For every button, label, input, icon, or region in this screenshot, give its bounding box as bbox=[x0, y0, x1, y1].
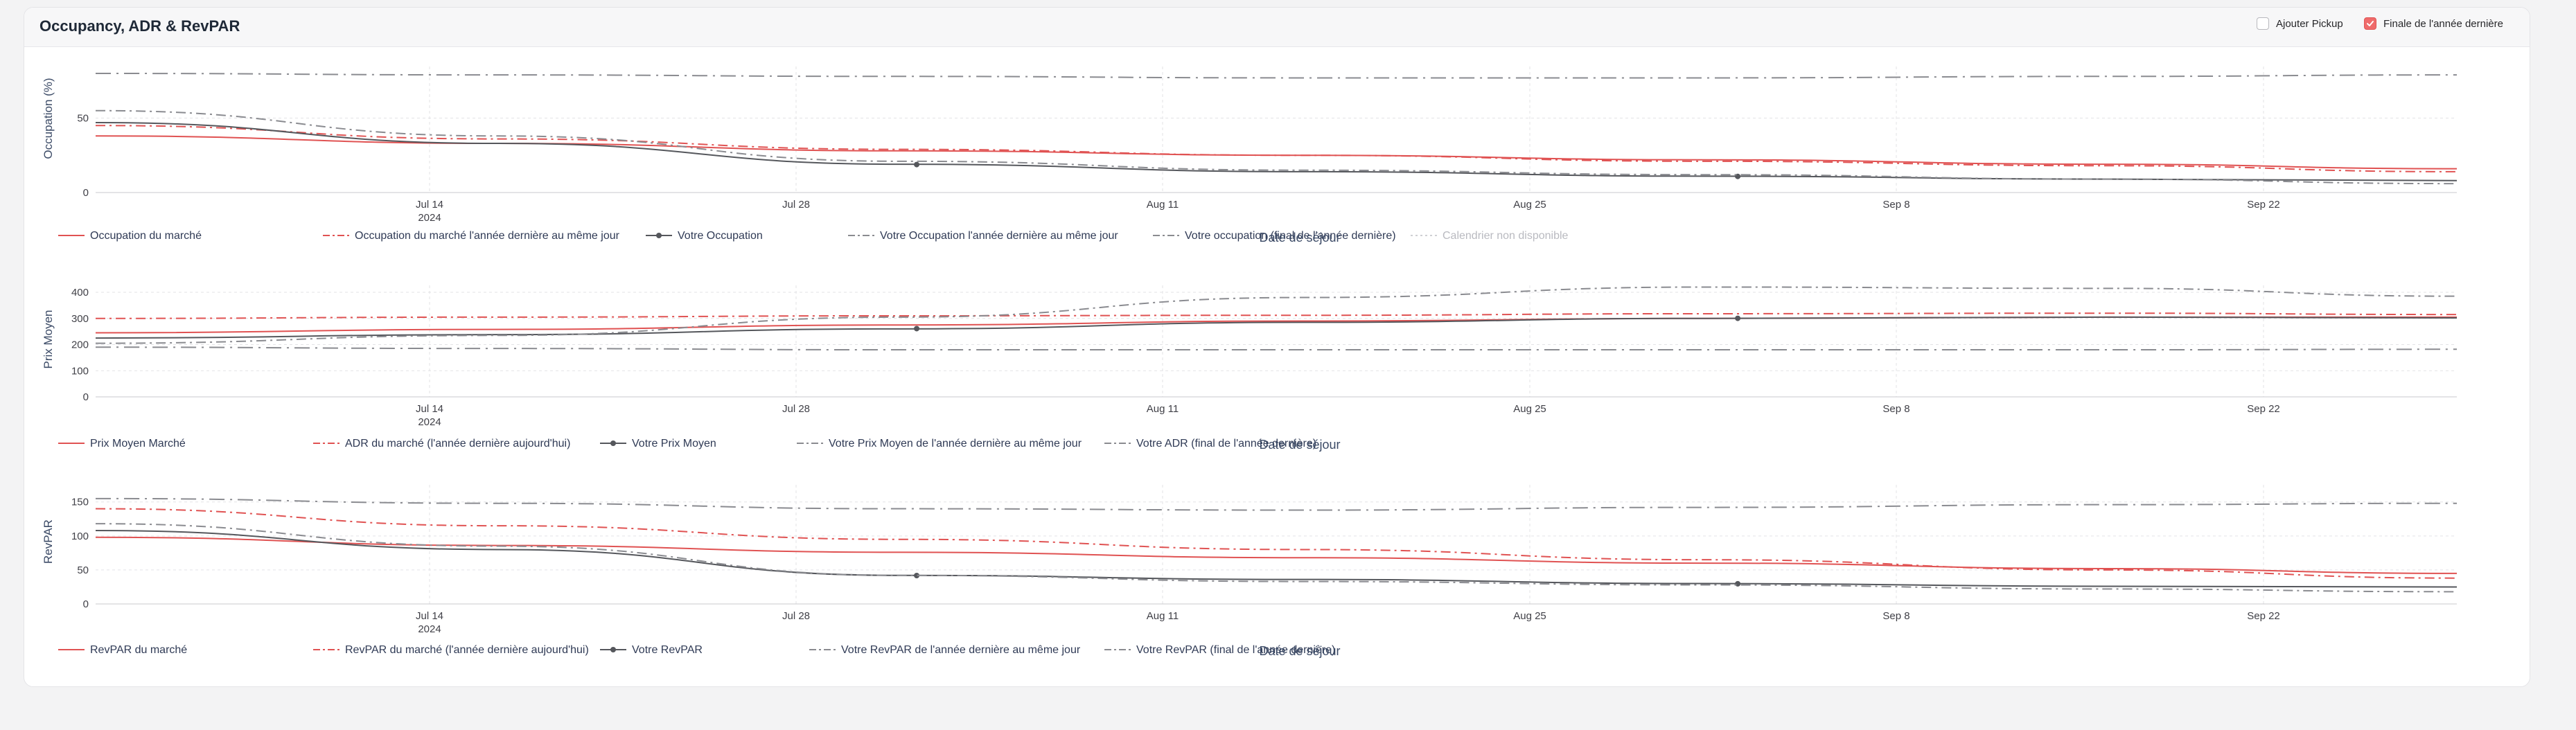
x-tick-label: Sep 22 bbox=[2247, 199, 2280, 211]
series-line-0 bbox=[95, 316, 2457, 334]
series-line-0 bbox=[95, 536, 2458, 574]
series-marker bbox=[914, 326, 920, 332]
legend-label-0: RevPAR du marché bbox=[90, 644, 187, 656]
x-tick-label: Aug 11 bbox=[1147, 403, 1179, 415]
x-axis-label: Date de séjour bbox=[1259, 438, 1340, 452]
x-tick-label: Jul 28 bbox=[782, 610, 810, 622]
x-tick-label: Jul 14 bbox=[416, 199, 443, 211]
y-axis-label: RevPAR bbox=[42, 519, 55, 564]
x-tick-label: Jul 28 bbox=[782, 199, 810, 211]
y-tick-label: 100 bbox=[71, 365, 89, 377]
y-tick-label: 50 bbox=[77, 113, 89, 125]
series-line-3 bbox=[95, 109, 2458, 185]
chart-panel-0: 0 50 Jul 142024 Jul 28 Aug 11 Aug 25 Sep 8 Sep … bbox=[42, 66, 2458, 244]
legend-label-1: ADR du marché (l'année dernière aujourd'… bbox=[345, 438, 570, 449]
x-tick-label: Sep 8 bbox=[1882, 610, 1909, 622]
series-line-1 bbox=[95, 508, 2458, 579]
legend-marker bbox=[610, 440, 616, 446]
y-tick-label: 0 bbox=[83, 391, 89, 403]
legend-label-2: Votre RevPAR bbox=[632, 644, 703, 656]
y-tick-label: 150 bbox=[71, 497, 89, 508]
chart-panel-1: 0 100 200 300 400 Jul 142024 Jul 28 Aug 11 Aug 2… bbox=[42, 285, 2458, 452]
y-tick-label: 100 bbox=[71, 531, 89, 542]
legend-label-3: Votre Prix Moyen de l'année dernière au … bbox=[829, 438, 1082, 449]
y-axis-label: Prix Moyen bbox=[42, 310, 55, 368]
x-tick-label: Sep 22 bbox=[2247, 610, 2280, 622]
x-tick-label: Jul 28 bbox=[782, 403, 810, 415]
legend-marker bbox=[610, 647, 616, 652]
series-line-4 bbox=[95, 497, 2458, 511]
x-tick-label: 2024 bbox=[418, 212, 441, 224]
x-tick-label: Aug 25 bbox=[1513, 610, 1546, 622]
series-line-2 bbox=[95, 316, 2458, 339]
series-marker bbox=[1735, 580, 1741, 587]
legend-label-1: RevPAR du marché (l'année dernière aujou… bbox=[345, 644, 589, 656]
y-axis-label: Occupation (%) bbox=[42, 78, 55, 159]
series-line-2 bbox=[95, 529, 2458, 588]
legend-label-1: Occupation du marché l'année dernière au… bbox=[355, 230, 620, 242]
legend-label-2: Votre Prix Moyen bbox=[632, 438, 716, 449]
x-tick-label: Jul 14 bbox=[416, 403, 443, 415]
series-line-4 bbox=[95, 346, 2458, 351]
legend-label-0: Occupation du marché bbox=[90, 230, 202, 242]
series-marker bbox=[914, 161, 920, 168]
y-tick-label: 400 bbox=[71, 287, 89, 299]
y-tick-label: 50 bbox=[77, 564, 89, 576]
series-line-4 bbox=[95, 73, 2458, 79]
series-marker bbox=[1735, 315, 1741, 321]
x-tick-label: Sep 8 bbox=[1882, 199, 1909, 211]
legend-label-0: Prix Moyen Marché bbox=[90, 438, 186, 449]
legend-marker bbox=[656, 233, 662, 238]
x-tick-label: Jul 14 bbox=[416, 610, 443, 622]
chart-panel-2: 0 50 100 150 Jul 142024 Jul 28 Aug 11 Aug 25 Sep… bbox=[42, 485, 2458, 658]
series-line-0 bbox=[95, 135, 2458, 170]
legend-label-3: Votre Occupation l'année dernière au mêm… bbox=[880, 230, 1118, 242]
x-tick-label: Aug 25 bbox=[1513, 403, 1546, 415]
y-tick-label: 0 bbox=[83, 598, 89, 610]
legend-label-5: Calendrier non disponible bbox=[1443, 230, 1569, 242]
legend-label-2: Votre Occupation bbox=[678, 230, 763, 242]
x-tick-label: 2024 bbox=[418, 416, 441, 428]
x-axis-label: Date de séjour bbox=[1259, 231, 1340, 244]
x-tick-label: Aug 11 bbox=[1147, 610, 1179, 622]
series-line-2 bbox=[95, 121, 2458, 181]
x-tick-label: Sep 8 bbox=[1882, 403, 1909, 415]
x-axis-label: Date de séjour bbox=[1259, 644, 1340, 658]
y-tick-label: 0 bbox=[83, 187, 89, 199]
x-tick-label: Sep 22 bbox=[2247, 403, 2280, 415]
x-tick-label: Aug 25 bbox=[1513, 199, 1546, 211]
x-tick-label: 2024 bbox=[418, 623, 441, 635]
x-tick-label: Aug 11 bbox=[1147, 199, 1179, 211]
charts-area: 050Jul 142024Jul 28 Aug 11 Aug 25 Sep 8 Sep … bbox=[42, 66, 2458, 658]
y-tick-label: 300 bbox=[71, 313, 89, 325]
legend-label-3: Votre RevPAR de l'année dernière au même… bbox=[841, 644, 1081, 656]
y-tick-label: 200 bbox=[71, 339, 89, 351]
